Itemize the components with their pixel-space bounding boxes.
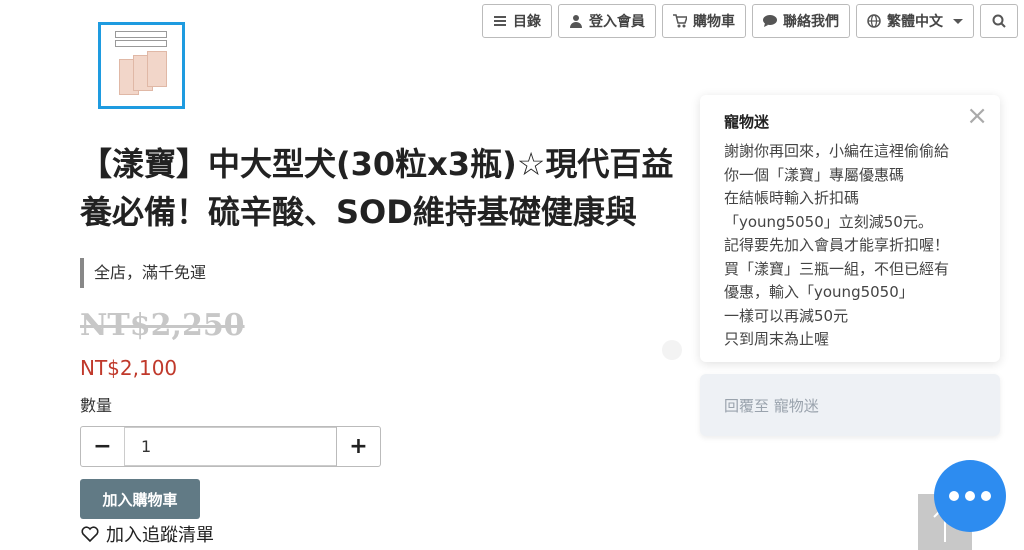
quantity-label: 數量 xyxy=(80,396,113,415)
contact-label: 聯絡我們 xyxy=(783,14,839,30)
cart-button[interactable]: 購物車 xyxy=(662,4,746,38)
wishlist-label: 加入追蹤清單 xyxy=(106,525,214,546)
heart-icon xyxy=(81,526,99,543)
menu-label: 目錄 xyxy=(513,14,541,30)
globe-icon xyxy=(867,14,881,28)
thumbnail-label-box xyxy=(115,31,167,38)
dot-icon xyxy=(981,491,991,501)
chat-message-line: 在結帳時輸入折扣碼 xyxy=(724,189,860,207)
chat-message-line: 優惠，輸入「young5050」 xyxy=(724,283,914,301)
language-select[interactable]: 繁體中文 xyxy=(856,4,974,38)
chat-message-line: 「young5050」立刻減50元。 xyxy=(724,212,933,231)
chat-message-line: 你一個「漾寶」專屬優惠碼 xyxy=(724,165,905,184)
product-title: 【漾寶】中大型犬(30粒x3瓶)☆現代百益 養必備！硫辛酸、SOD維持基礎健康與 xyxy=(80,140,720,236)
login-label: 登入會員 xyxy=(589,14,645,30)
increase-button[interactable]: + xyxy=(336,427,380,466)
dot-icon xyxy=(965,491,975,501)
cart-icon xyxy=(673,14,687,28)
add-to-cart-button[interactable]: 加入購物車 xyxy=(80,479,200,519)
chat-message-line: 記得要先加入會員才能享折扣喔！ xyxy=(724,236,950,254)
login-button[interactable]: 登入會員 xyxy=(558,4,656,38)
chat-message-line: 一樣可以再減50元 xyxy=(724,306,849,325)
close-icon[interactable]: × xyxy=(966,101,988,131)
decrease-button[interactable]: − xyxy=(81,427,125,466)
chat-launcher-button[interactable] xyxy=(934,460,1006,532)
chat-icon xyxy=(763,15,777,27)
top-nav: 目錄 登入會員 購物車 聯絡我們 繁體中文 xyxy=(482,4,1018,38)
sale-price: NT$2,100 xyxy=(80,356,178,380)
menu-icon xyxy=(494,16,506,26)
quantity-stepper: − 1 + xyxy=(80,426,381,467)
user-icon xyxy=(570,15,582,28)
product-title-line: 【漾寶】中大型犬(30粒x3瓶)☆現代百益 xyxy=(80,145,674,183)
product-title-line: 養必備！硫辛酸、SOD維持基礎健康與 xyxy=(80,193,637,231)
wishlist-link[interactable]: 加入追蹤清單 xyxy=(80,521,214,547)
thumbnail-product-box xyxy=(147,51,167,87)
contact-button[interactable]: 聯絡我們 xyxy=(752,4,850,38)
promo-text: 全店，滿千免運 xyxy=(80,258,206,288)
dot-icon xyxy=(949,491,959,501)
chat-message-line: 謝謝你再回來，小編在這裡偷偷給 xyxy=(724,142,950,160)
thumbnail-label-box xyxy=(115,40,167,47)
chat-reply-input[interactable]: 回覆至 寵物迷 xyxy=(700,374,1000,436)
search-button[interactable] xyxy=(980,4,1018,38)
chat-message-popup: × 寵物迷 謝謝你再回來，小編在這裡偷偷給 你一個「漾寶」專屬優惠碼 在結帳時輸… xyxy=(700,95,1000,362)
cart-label: 購物車 xyxy=(693,14,735,30)
chat-sender: 寵物迷 xyxy=(724,113,770,131)
menu-button[interactable]: 目錄 xyxy=(482,4,552,38)
product-thumbnail[interactable] xyxy=(98,22,185,109)
chevron-down-icon xyxy=(953,18,963,24)
language-label: 繁體中文 xyxy=(887,14,943,30)
search-icon xyxy=(992,14,1006,28)
original-price: NT$2,250 xyxy=(80,308,245,343)
small-bot-icon xyxy=(662,340,682,360)
quantity-input[interactable]: 1 xyxy=(124,427,337,466)
chat-message-line: 只到周末為止喔 xyxy=(724,330,830,348)
chat-message-line: 買「漾寶」三瓶一組，不但已經有 xyxy=(724,259,950,278)
